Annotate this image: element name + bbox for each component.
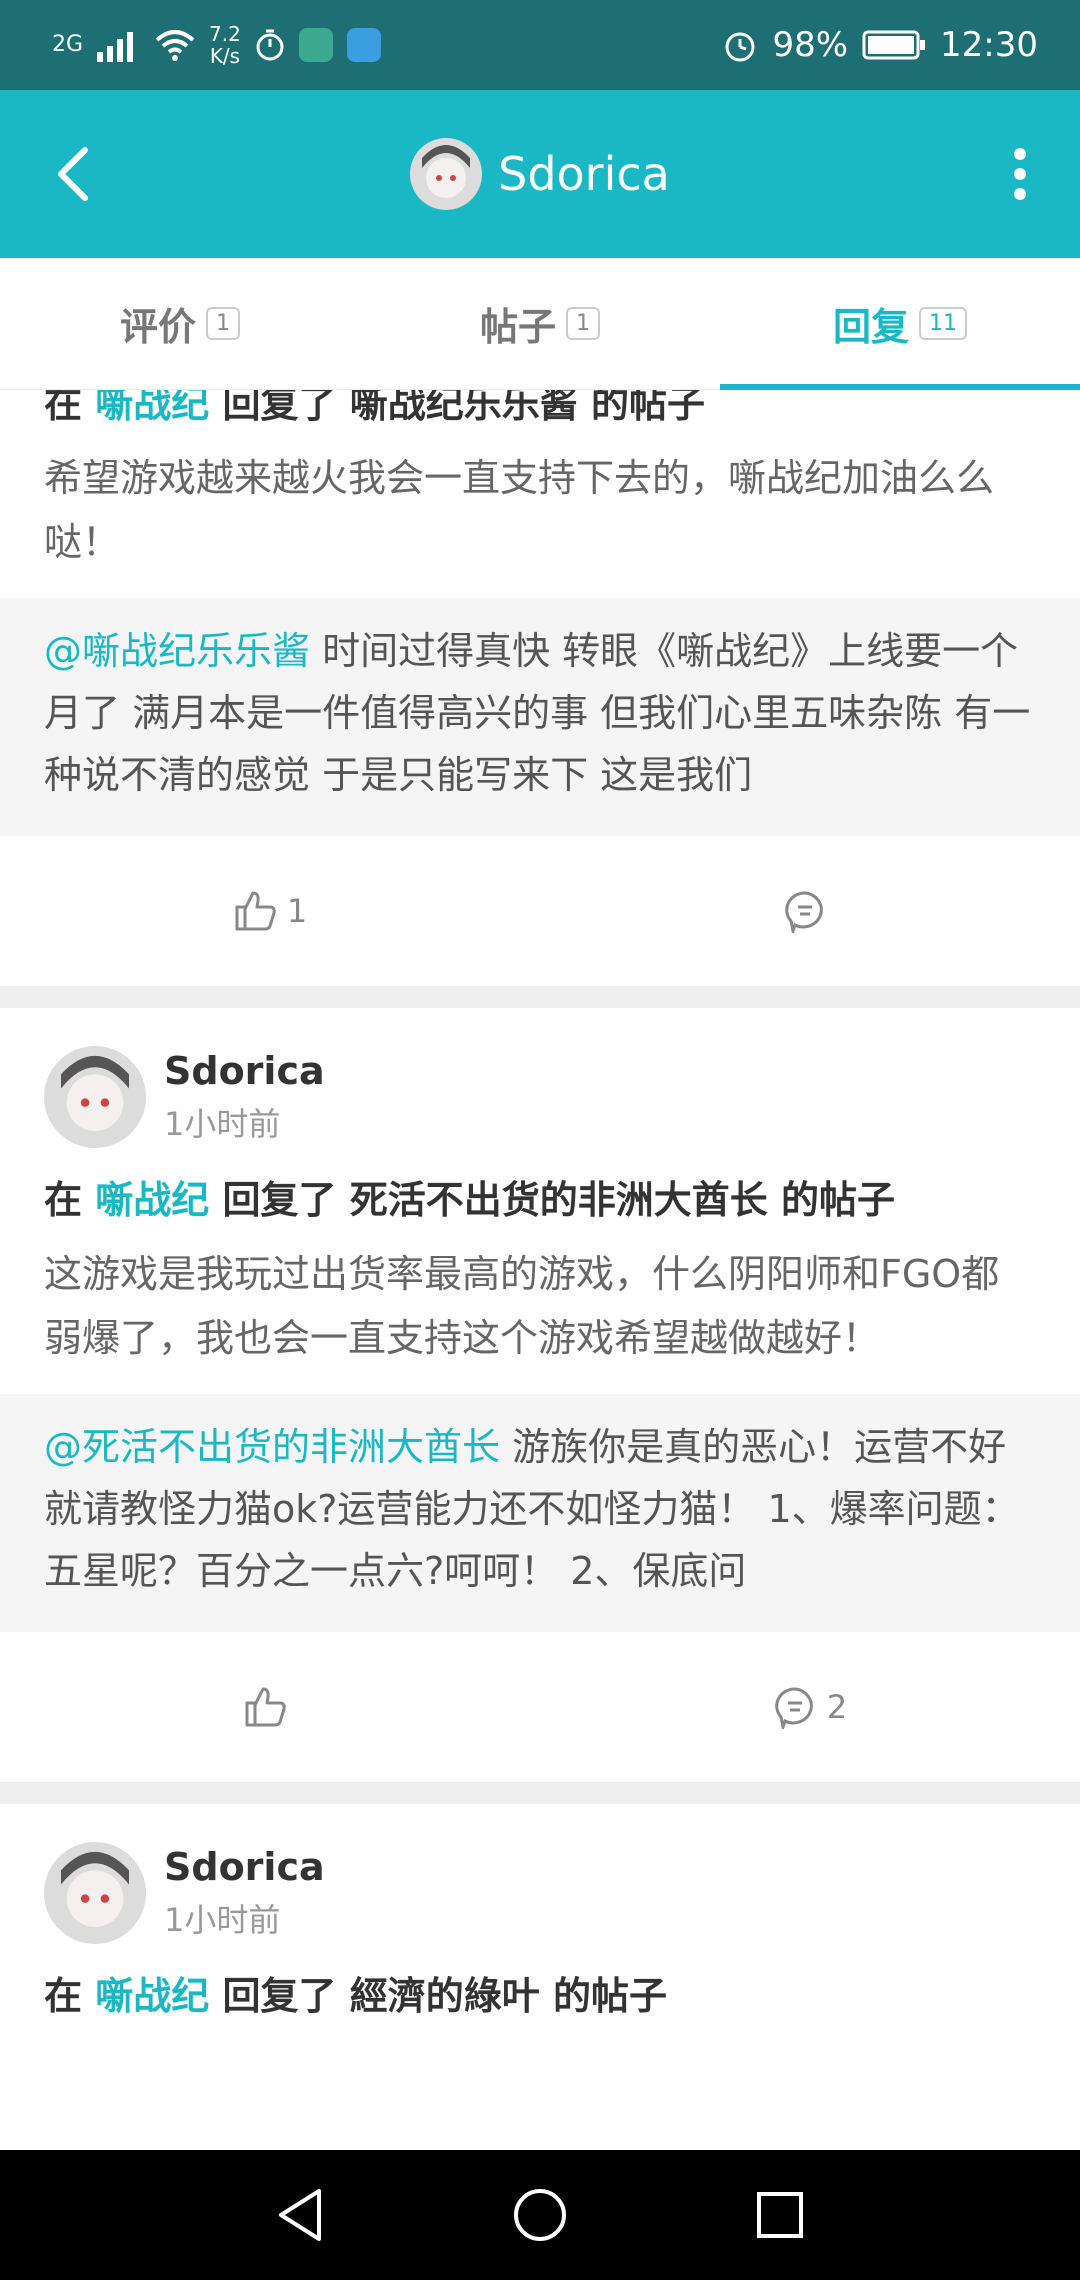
headline-prefix: 在 xyxy=(44,1178,83,1222)
user-meta: Sdorica 1小时前 xyxy=(164,1845,325,1941)
tab-count: 1 xyxy=(566,307,600,340)
comment-icon xyxy=(785,891,823,933)
target-user[interactable]: 經濟的綠叶 xyxy=(350,1974,540,2018)
timestamp: 1小时前 xyxy=(164,1901,281,1939)
app-notification-icon xyxy=(298,28,333,62)
divider xyxy=(0,1782,1080,1804)
like-button[interactable] xyxy=(0,1685,540,1729)
tab-label: 评价 xyxy=(119,305,196,349)
status-left: 2G 7.2 K/s xyxy=(52,23,381,67)
tab-reviews[interactable]: 评价 1 xyxy=(0,258,360,389)
headline-suffix: 的帖子 xyxy=(591,390,706,426)
signal-icon xyxy=(97,32,134,62)
avatar[interactable] xyxy=(44,1046,146,1148)
game-link[interactable]: 噺战纪 xyxy=(95,390,209,426)
more-options-button[interactable] xyxy=(990,136,1050,212)
tab-label: 回复 xyxy=(832,305,909,349)
target-user[interactable]: 噺战纪乐乐酱 xyxy=(350,390,578,426)
chevron-left-icon xyxy=(58,147,88,201)
reply-headline: 在 噺战纪 回复了 死活不出货的非洲大酋长 的帖子 xyxy=(0,1148,1080,1228)
action-row: 1 xyxy=(0,836,1080,986)
network-type: 2G xyxy=(52,32,84,57)
tab-replies[interactable]: 回复 11 xyxy=(720,258,1080,389)
action-row: 2 xyxy=(0,1632,1080,1782)
app-bar: Sdorica xyxy=(0,90,1080,258)
page-title: Sdorica xyxy=(498,147,670,201)
comment-button[interactable] xyxy=(540,889,1080,933)
reply-feed[interactable]: 在 噺战纪 回复了 噺战纪乐乐酱 的帖子 希望游戏越来越火我会一直支持下去的，噺… xyxy=(0,390,1080,2150)
comment-button[interactable]: 2 xyxy=(540,1685,1080,1729)
like-count: 1 xyxy=(286,892,308,930)
reply-body: 希望游戏越来越火我会一直支持下去的，噺战纪加油么么哒！ xyxy=(44,456,995,564)
headline-verb: 回复了 xyxy=(222,390,337,426)
timer-icon xyxy=(256,29,284,61)
speed-unit: K/s xyxy=(209,44,241,68)
system-nav-bar xyxy=(0,2150,1080,2280)
book-notification-icon xyxy=(346,28,381,62)
tab-posts[interactable]: 帖子 1 xyxy=(360,258,720,389)
thumbs-up-icon xyxy=(235,891,276,931)
network-speed: 7.2 K/s xyxy=(209,23,241,67)
quote-mention[interactable]: @噺战纪乐乐酱 xyxy=(44,629,310,673)
comment-count: 2 xyxy=(826,1688,848,1726)
nav-back-button[interactable] xyxy=(255,2170,345,2260)
like-button[interactable]: 1 xyxy=(0,889,540,933)
tab-bar: 评价 1 帖子 1 回复 11 xyxy=(0,258,1080,390)
circle-home-icon xyxy=(514,2189,566,2241)
speed-value: 7.2 xyxy=(209,22,241,46)
reply-headline: 在 噺战纪 回复了 經濟的綠叶 的帖子 xyxy=(0,1944,1080,2024)
tab-label: 帖子 xyxy=(479,305,556,349)
reply-headline: 在 噺战纪 回复了 噺战纪乐乐酱 的帖子 xyxy=(0,390,1080,432)
headline-suffix: 的帖子 xyxy=(781,1178,896,1222)
headline-prefix: 在 xyxy=(44,390,83,426)
target-user[interactable]: 死活不出货的非洲大酋长 xyxy=(350,1178,768,1222)
divider xyxy=(0,986,1080,1008)
user-name[interactable]: Sdorica xyxy=(164,1049,325,1093)
avatar xyxy=(410,138,483,210)
nav-recents-button[interactable] xyxy=(735,2170,825,2260)
avatar[interactable] xyxy=(44,1842,146,1944)
clock: 12:30 xyxy=(940,25,1038,65)
headline-suffix: 的帖子 xyxy=(553,1974,668,2018)
nav-home-button[interactable] xyxy=(495,2170,585,2260)
headline-verb: 回复了 xyxy=(222,1974,337,2018)
list-item[interactable]: 在 噺战纪 回复了 噺战纪乐乐酱 的帖子 希望游戏越来越火我会一直支持下去的，噺… xyxy=(0,390,1080,986)
wifi-icon xyxy=(155,30,195,61)
list-item[interactable]: Sdorica 1小时前 在 噺战纪 回复了 經濟的綠叶 的帖子 xyxy=(0,1804,1080,2024)
tab-count: 1 xyxy=(206,307,240,340)
thumbs-up-icon xyxy=(245,1687,286,1727)
tab-count: 11 xyxy=(919,307,967,340)
battery-percent: 98% xyxy=(772,25,849,65)
quote-mention[interactable]: @死活不出货的非洲大酋长 xyxy=(44,1425,500,1469)
more-vertical-icon xyxy=(1014,148,1026,200)
title-area: Sdorica xyxy=(410,138,670,210)
user-meta: Sdorica 1小时前 xyxy=(164,1049,325,1145)
alarm-icon xyxy=(725,32,755,62)
quoted-post[interactable]: @死活不出货的非洲大酋长 游族你是真的恶心！运营不好就请教怪力猫ok?运营能力还… xyxy=(0,1394,1080,1632)
list-item[interactable]: Sdorica 1小时前 在 噺战纪 回复了 死活不出货的非洲大酋长 的帖子 这… xyxy=(0,1008,1080,1782)
timestamp: 1小时前 xyxy=(164,1105,281,1143)
back-button[interactable] xyxy=(38,136,108,212)
game-link[interactable]: 噺战纪 xyxy=(95,1178,209,1222)
triangle-back-icon xyxy=(279,2189,321,2241)
game-link[interactable]: 噺战纪 xyxy=(95,1974,209,2018)
status-bar: 2G 7.2 K/s 98% 12:30 xyxy=(0,0,1080,90)
square-recents-icon xyxy=(757,2192,803,2238)
status-right: 98% 12:30 xyxy=(722,25,1038,65)
user-row[interactable]: Sdorica 1小时前 xyxy=(0,1008,1080,1148)
quoted-post[interactable]: @噺战纪乐乐酱 时间过得真快 转眼《噺战纪》上线要一个月了 满月本是一件值得高兴… xyxy=(0,598,1080,836)
user-row[interactable]: Sdorica 1小时前 xyxy=(0,1804,1080,1944)
comment-icon xyxy=(775,1687,813,1729)
reply-body: 这游戏是我玩过出货率最高的游戏，什么阴阳师和FGO都弱爆了，我也会一直支持这个游… xyxy=(44,1252,1000,1360)
headline-prefix: 在 xyxy=(44,1974,83,2018)
user-name[interactable]: Sdorica xyxy=(164,1845,325,1889)
headline-verb: 回复了 xyxy=(222,1178,337,1222)
battery-icon xyxy=(862,30,926,60)
